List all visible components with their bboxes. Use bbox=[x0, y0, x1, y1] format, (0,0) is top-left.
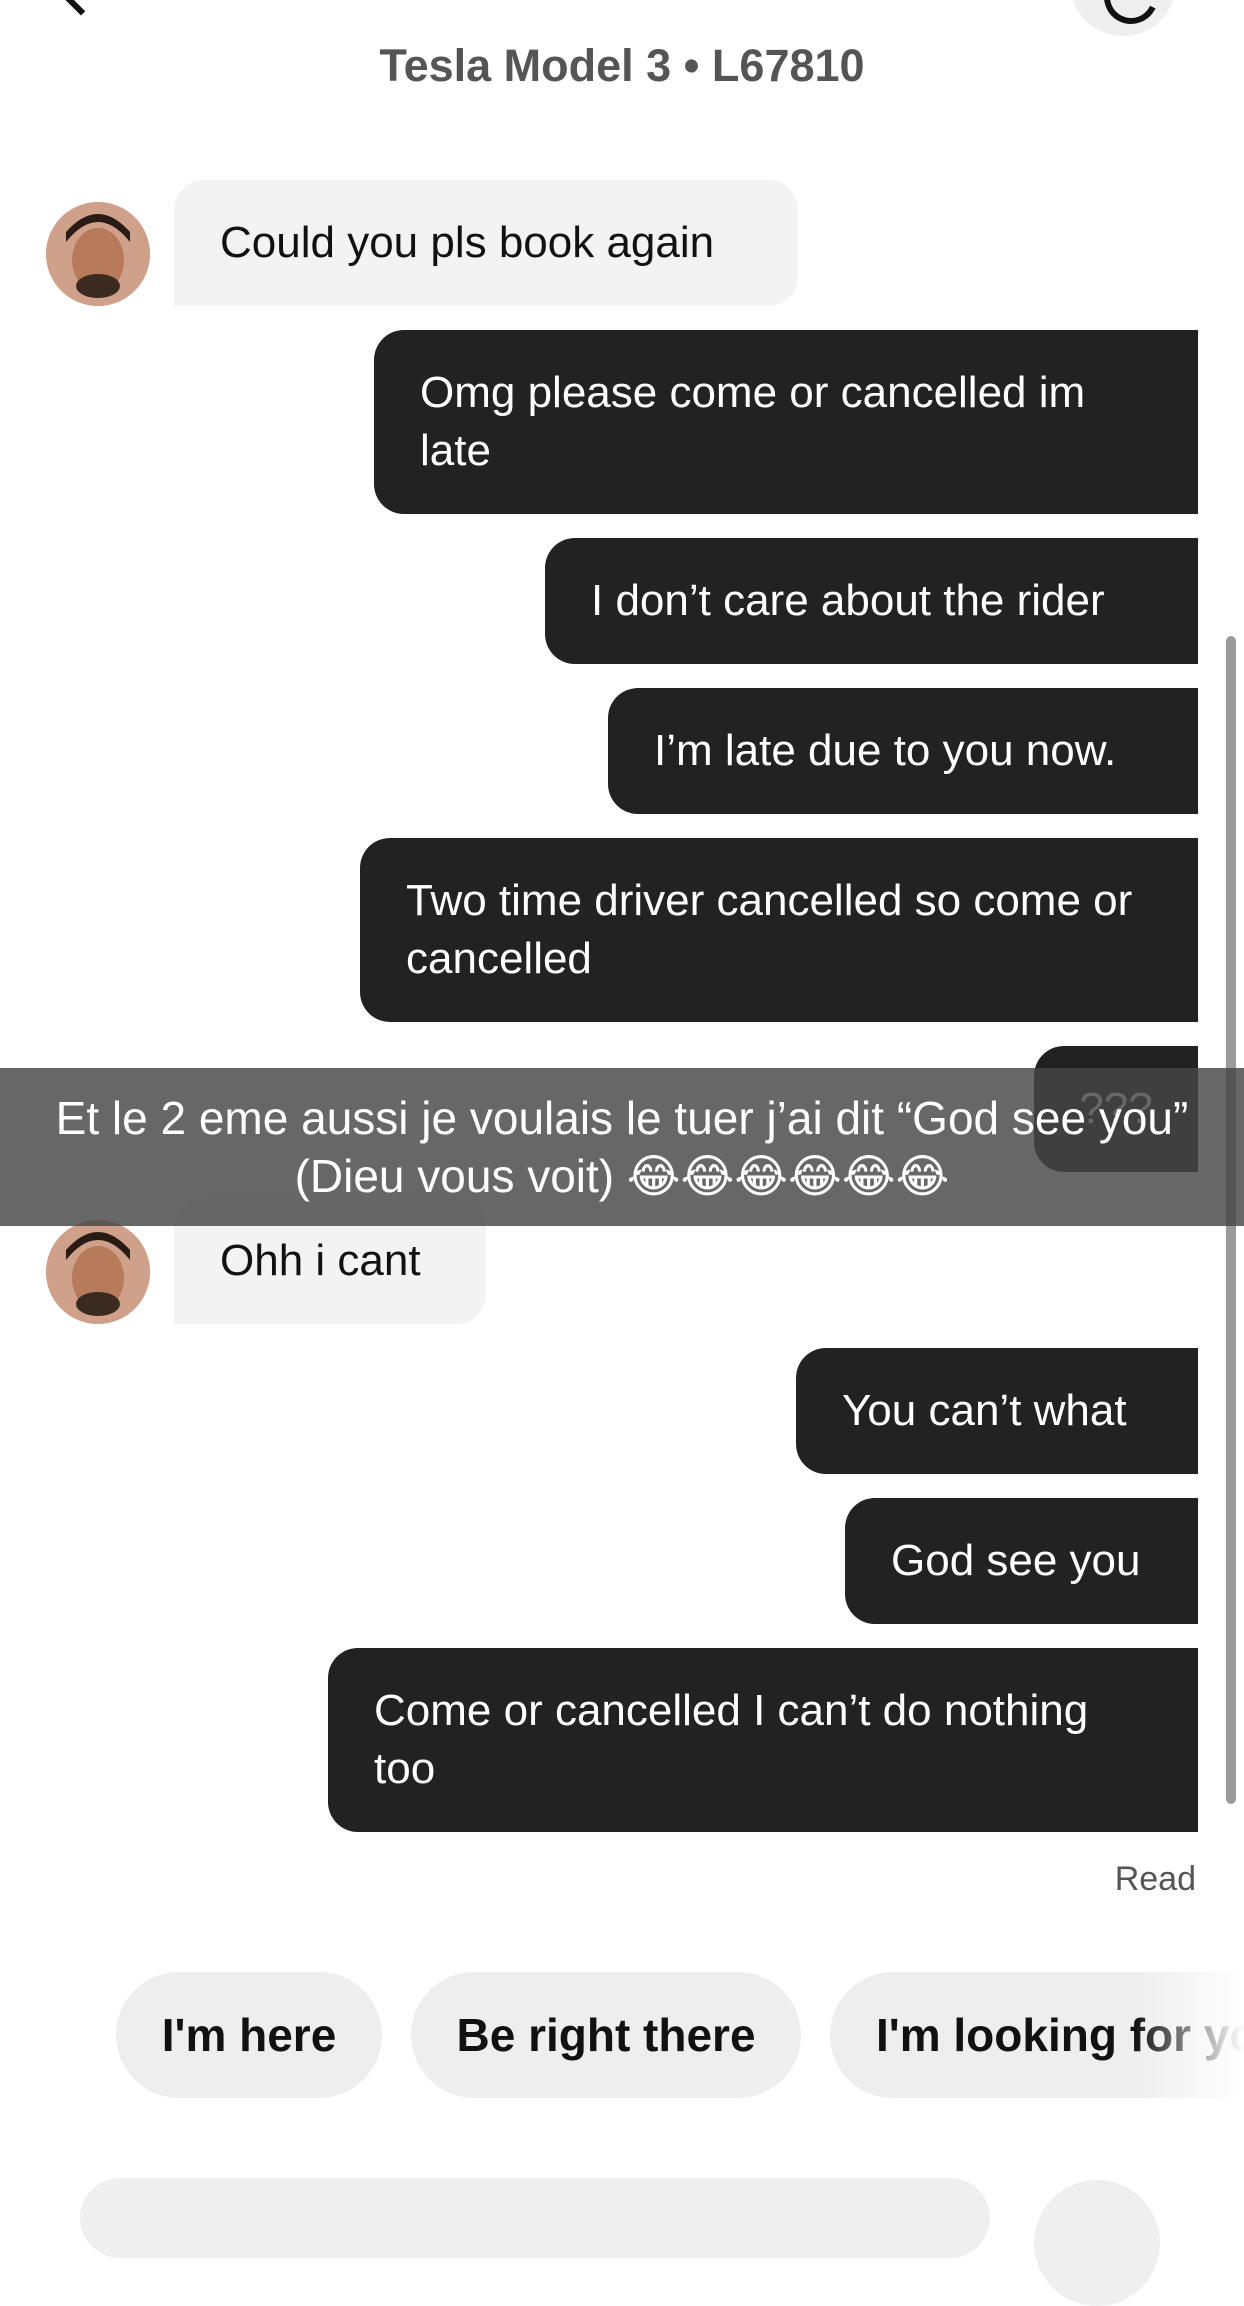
message-text: Two time driver cancelled so come or can… bbox=[406, 876, 1133, 983]
conversation-title: Tesla Model 3 • L67810 bbox=[379, 40, 865, 91]
caption-text: Et le 2 eme aussi je voulais le tuer j’a… bbox=[55, 1092, 1189, 1202]
message-bubble-incoming: Could you pls book again bbox=[174, 180, 798, 306]
message-text: Come or cancelled I can’t do nothing too bbox=[374, 1686, 1089, 1793]
message-text: God see you bbox=[891, 1536, 1141, 1585]
message-bubble-outgoing: Two time driver cancelled so come or can… bbox=[360, 838, 1198, 1022]
quick-reply-im-here[interactable]: I'm here bbox=[116, 1972, 382, 2098]
message-text: Ohh i cant bbox=[220, 1236, 421, 1285]
send-button[interactable] bbox=[1034, 2180, 1160, 2306]
quick-reply-label: I'm here bbox=[161, 2009, 337, 2061]
message-input[interactable] bbox=[80, 2178, 990, 2258]
chip-fade-overlay bbox=[1134, 1968, 1244, 2102]
message-text: I’m late due to you now. bbox=[654, 726, 1117, 775]
message-text: Could you pls book again bbox=[220, 218, 715, 267]
message-text: Omg please come or cancelled im late bbox=[420, 368, 1086, 475]
driver-avatar bbox=[46, 202, 150, 306]
message-bubble-outgoing: You can’t what bbox=[796, 1348, 1198, 1474]
quick-reply-label: Be right there bbox=[456, 2009, 756, 2061]
driver-avatar bbox=[46, 1220, 150, 1324]
message-text: I don’t care about the rider bbox=[591, 576, 1105, 625]
back-chevron-icon[interactable] bbox=[48, 0, 114, 16]
message-text: You can’t what bbox=[842, 1386, 1127, 1435]
message-bubble-outgoing: I don’t care about the rider bbox=[545, 538, 1198, 664]
message-bubble-outgoing: Come or cancelled I can’t do nothing too bbox=[328, 1648, 1198, 1832]
message-bubble-outgoing: Omg please come or cancelled im late bbox=[374, 330, 1198, 514]
story-caption-overlay: Et le 2 eme aussi je voulais le tuer j’a… bbox=[0, 1068, 1244, 1226]
quick-reply-be-right-there[interactable]: Be right there bbox=[411, 1972, 801, 2098]
message-bubble-outgoing: God see you bbox=[845, 1498, 1198, 1624]
read-receipt: Read bbox=[1114, 1860, 1196, 1898]
message-bubble-outgoing: I’m late due to you now. bbox=[608, 688, 1198, 814]
